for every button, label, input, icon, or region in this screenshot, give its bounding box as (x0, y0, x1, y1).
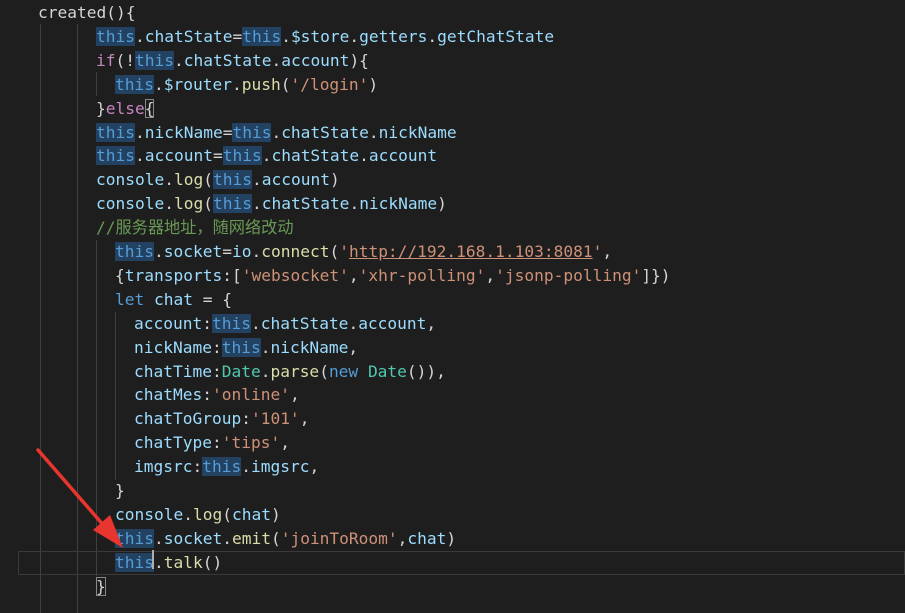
code-editor[interactable]: created(){this.chatState=this.$store.get… (0, 0, 905, 613)
red-arrow-icon (36, 448, 123, 548)
